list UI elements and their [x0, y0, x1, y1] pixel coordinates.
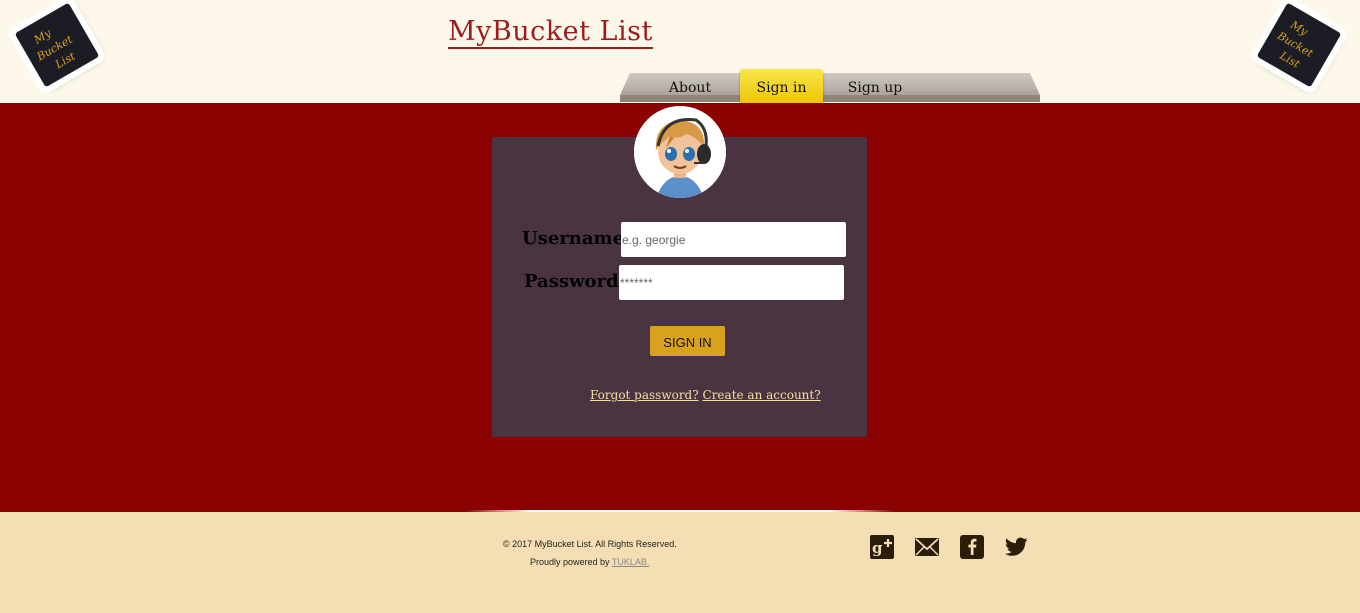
powered-by-prefix: Proudly powered by	[530, 557, 610, 567]
svg-text:g: g	[872, 539, 883, 557]
avatar	[634, 106, 726, 198]
main-nav: About Sign in Sign up	[620, 69, 1040, 105]
copyright-text: © 2017 MyBucket List. All Rights Reserve…	[503, 539, 677, 549]
username-input[interactable]	[621, 222, 846, 257]
forgot-password-link[interactable]: Forgot password?	[590, 388, 699, 402]
sign-in-button[interactable]: SIGN IN	[650, 326, 725, 356]
mail-icon[interactable]	[915, 535, 939, 559]
username-label: Username:	[522, 228, 631, 249]
password-input[interactable]	[619, 265, 844, 300]
password-label: Password:	[524, 271, 626, 292]
twitter-icon[interactable]	[1004, 535, 1029, 559]
logo-book-icon[interactable]: My Bucket List	[14, 2, 100, 88]
site-title[interactable]: MyBucket List	[448, 16, 653, 49]
header: My Bucket List My Bucket List MyBucket L…	[0, 0, 1360, 105]
nav-item-sign-up[interactable]: Sign up	[835, 73, 915, 102]
powered-by-text: Proudly powered by TUKLAB.	[530, 557, 649, 567]
tuklab-link[interactable]: TUKLAB.	[612, 557, 650, 567]
logo-book-icon[interactable]: My Bucket List	[1256, 2, 1342, 88]
google-plus-icon[interactable]: g	[870, 535, 894, 559]
create-account-link[interactable]: Create an account?	[703, 388, 821, 402]
facebook-icon[interactable]	[960, 535, 984, 559]
footer-divider	[465, 510, 895, 512]
nav-item-sign-in[interactable]: Sign in	[740, 69, 823, 105]
footer	[0, 512, 1360, 613]
account-links: Forgot password? Create an account?	[590, 388, 821, 402]
nav-item-about[interactable]: About	[650, 73, 730, 102]
